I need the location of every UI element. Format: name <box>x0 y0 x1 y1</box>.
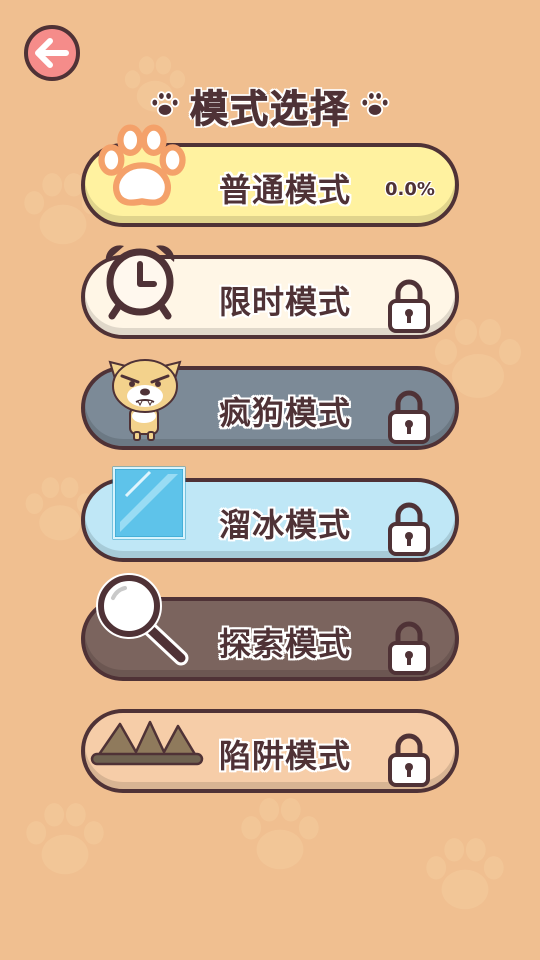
mode-label: 普通模式 <box>219 171 352 209</box>
lock-icon <box>388 502 430 556</box>
paw-icon <box>150 91 180 117</box>
lock-icon <box>388 390 430 444</box>
mode-label: 限时模式 <box>219 283 352 321</box>
mode-label: 溜冰模式 <box>219 506 352 544</box>
lock-icon <box>388 279 430 333</box>
background-paw-icon <box>26 803 104 875</box>
angry-dog-icon <box>108 359 182 441</box>
mode-label: 探索模式 <box>219 625 352 663</box>
spike-trap-icon <box>90 720 204 766</box>
ice-block-icon <box>112 466 186 540</box>
back-arrow-icon <box>35 38 69 68</box>
paw-icon <box>98 124 186 206</box>
page-title: 模式选择 <box>189 86 350 131</box>
mode-label: 陷阱模式 <box>219 737 352 775</box>
lock-icon <box>388 733 430 787</box>
magnifier-icon <box>96 573 189 666</box>
mode-label: 疯狗模式 <box>219 394 352 432</box>
back-button[interactable] <box>24 25 80 81</box>
background-paw-icon <box>426 838 504 910</box>
title-bar: 模式选择 <box>0 80 540 131</box>
alarm-clock-icon <box>105 245 175 320</box>
background-paw-icon <box>241 798 319 870</box>
paw-icon <box>360 91 390 117</box>
progress-percent: 0.0% <box>385 179 435 200</box>
lock-icon <box>388 621 430 675</box>
